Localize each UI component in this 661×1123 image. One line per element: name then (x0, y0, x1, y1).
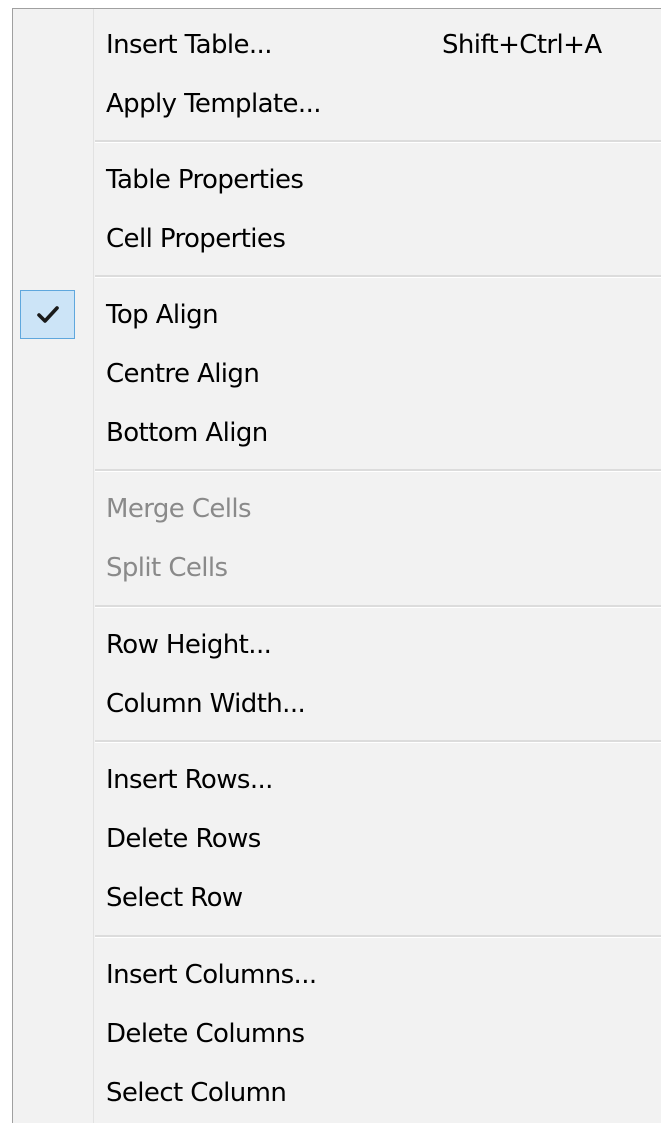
menu-item-label: Select Row (106, 883, 243, 913)
menu-item-split-cells: Split Cells (13, 539, 661, 598)
menu-item-label: Top Align (106, 300, 219, 330)
menu-item-label: Insert Table... (106, 30, 272, 60)
menu-item-row-height[interactable]: Row Height... (13, 616, 661, 675)
menu-item-label: Bottom Align (106, 418, 268, 448)
menu-item-apply-template[interactable]: Apply Template... (13, 75, 661, 134)
menu-item-cell-properties[interactable]: Cell Properties (13, 210, 661, 269)
menu-item-bottom-align[interactable]: Bottom Align (13, 404, 661, 463)
menu-item-label: Column Width... (106, 689, 306, 719)
menu-item-centre-align[interactable]: Centre Align (13, 345, 661, 404)
menu-item-label: Delete Columns (106, 1019, 305, 1049)
menu-item-label: Cell Properties (106, 224, 286, 254)
menu-item-column-width[interactable]: Column Width... (13, 675, 661, 734)
menu-item-label: Split Cells (106, 553, 228, 583)
menu-item-label: Centre Align (106, 359, 260, 389)
menu-item-label: Insert Rows... (106, 765, 273, 795)
menu-item-delete-rows[interactable]: Delete Rows (13, 810, 661, 869)
context-menu: Insert Table... Shift+Ctrl+A Apply Templ… (12, 8, 661, 1123)
menu-item-insert-rows[interactable]: Insert Rows... (13, 751, 661, 810)
menu-item-label: Merge Cells (106, 494, 252, 524)
menu-item-select-row[interactable]: Select Row (13, 869, 661, 928)
menu-item-label: Select Column (106, 1078, 287, 1108)
menu-item-label: Table Properties (106, 165, 304, 195)
menu-item-top-align[interactable]: Top Align (13, 286, 661, 345)
menu-separator (95, 140, 661, 143)
menu-separator (95, 275, 661, 278)
menu-item-insert-columns[interactable]: Insert Columns... (13, 946, 661, 1005)
menu-item-merge-cells: Merge Cells (13, 480, 661, 539)
checkmark-icon (20, 290, 75, 339)
menu-item-label: Delete Rows (106, 824, 261, 854)
menu-separator (95, 740, 661, 743)
menu-item-delete-columns[interactable]: Delete Columns (13, 1005, 661, 1064)
checkmark-glyph (37, 306, 59, 323)
menu-item-select-column[interactable]: Select Column (13, 1064, 661, 1123)
menu-separator (95, 935, 661, 938)
menu-item-insert-table[interactable]: Insert Table... Shift+Ctrl+A (13, 16, 661, 75)
menu-item-label: Insert Columns... (106, 960, 317, 990)
menu-separator (95, 605, 661, 608)
menu-item-shortcut: Shift+Ctrl+A (442, 30, 602, 60)
menu-separator (95, 469, 661, 472)
menu-item-label: Apply Template... (106, 89, 322, 119)
menu-item-table-properties[interactable]: Table Properties (13, 151, 661, 210)
menu-item-label: Row Height... (106, 630, 272, 660)
